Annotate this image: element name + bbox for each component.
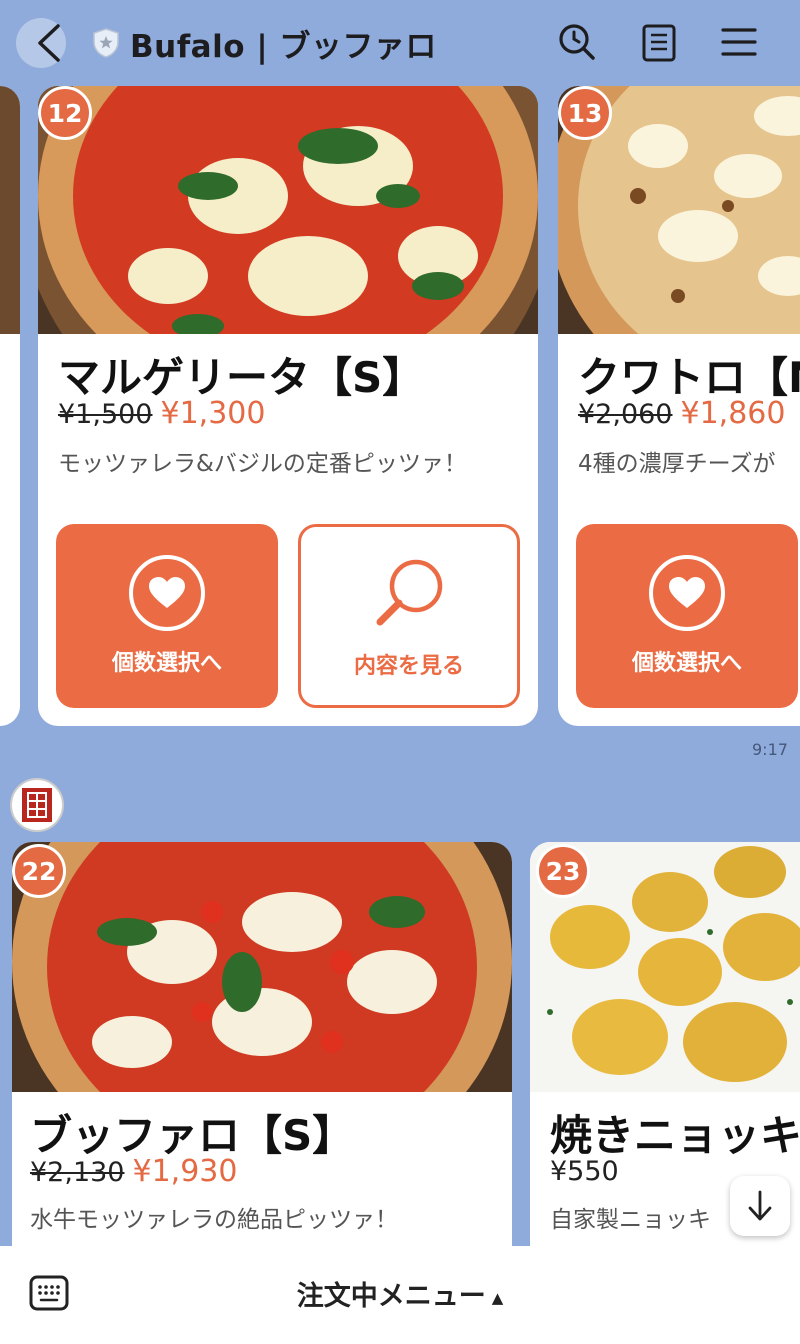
arrow-down-icon bbox=[748, 1190, 772, 1221]
bufalo-logo-icon bbox=[22, 788, 52, 822]
sale-price: ¥1,930 bbox=[132, 1154, 238, 1189]
item-number-badge: 23 bbox=[536, 844, 590, 898]
chat-title-text: Bufalo | ブッファロ bbox=[130, 28, 437, 65]
menu-card-quattro[interactable]: 13 クワトロ【M ¥2,060¥1,860 4種の濃厚チーズが 個数選択へ bbox=[558, 86, 800, 726]
pizza-photo bbox=[38, 86, 538, 334]
item-number-badge: 22 bbox=[12, 844, 66, 898]
chat-title: Bufalo | ブッファロ bbox=[92, 22, 437, 65]
menu-button[interactable] bbox=[718, 20, 760, 64]
select-quantity-label: 個数選択へ bbox=[111, 651, 222, 676]
search-button[interactable] bbox=[556, 20, 598, 64]
item-number-badge: 13 bbox=[558, 86, 612, 140]
magnifier-icon bbox=[376, 559, 443, 626]
select-quantity-button[interactable]: 個数選択へ bbox=[576, 524, 798, 708]
item-number-badge: 12 bbox=[38, 86, 92, 140]
menu-icon bbox=[721, 28, 757, 56]
item-price: ¥550 bbox=[550, 1156, 619, 1187]
item-description: モッツァレラ&バジルの定番ピッツァ！ bbox=[58, 451, 467, 477]
heart-circle bbox=[129, 555, 205, 631]
bottom-menu-bar: 注文中メニュー ▲ bbox=[0, 1246, 800, 1344]
view-details-label: 内容を見る bbox=[353, 654, 464, 679]
sale-price: ¥1,300 bbox=[160, 396, 266, 431]
heart-icon bbox=[669, 577, 705, 608]
original-price: ¥1,500 bbox=[58, 399, 153, 430]
price: ¥550 bbox=[550, 1156, 619, 1187]
item-description: 水牛モッツァレラの絶品ピッツァ！ bbox=[30, 1207, 398, 1233]
pizza-photo bbox=[12, 842, 512, 1092]
shield-icon bbox=[93, 28, 119, 58]
notes-button[interactable] bbox=[638, 20, 680, 64]
heart-icon bbox=[149, 577, 185, 608]
item-description: 自家製ニョッキ bbox=[550, 1207, 711, 1233]
order-menu-label: 注文中メニュー bbox=[296, 1281, 486, 1312]
item-description: 4種の濃厚チーズが bbox=[578, 451, 776, 477]
item-price: ¥1,500 ¥1,300 bbox=[58, 396, 265, 431]
sale-price: ¥1,860 bbox=[680, 396, 786, 431]
item-price: ¥2,060 ¥1,860 bbox=[578, 396, 785, 431]
search-icon bbox=[559, 24, 595, 60]
heart-circle bbox=[649, 555, 725, 631]
message-timestamp: 9:17 bbox=[752, 740, 788, 759]
select-quantity-label: 個数選択へ bbox=[631, 651, 742, 676]
item-price: ¥2,130 ¥1,930 bbox=[30, 1154, 237, 1189]
caret-up-icon: ▲ bbox=[491, 1288, 504, 1307]
menu-card-bufalo[interactable]: 22 ブッファロ【S】 ¥2,130 ¥1,930 水牛モッツァレラの絶品ピッツァ… bbox=[12, 842, 512, 1282]
notes-icon bbox=[642, 24, 676, 62]
original-price: ¥2,130 bbox=[30, 1157, 125, 1188]
item-name: 焼きニョッキ bbox=[550, 1111, 800, 1160]
account-avatar[interactable] bbox=[10, 778, 64, 832]
scroll-to-bottom-button[interactable] bbox=[730, 1176, 790, 1236]
menu-card-margherita[interactable]: 12 マルゲリータ【S】 ¥1,500 ¥1,300 モッツァレラ&バジルの定番ピ… bbox=[38, 86, 538, 726]
back-button[interactable] bbox=[30, 20, 70, 66]
carousel-card-partial[interactable] bbox=[0, 86, 20, 726]
select-quantity-button[interactable]: 個数選択へ bbox=[56, 524, 278, 708]
view-details-button[interactable]: 内容を見る bbox=[298, 524, 520, 708]
order-menu-toggle[interactable]: 注文中メニュー ▲ bbox=[0, 1274, 800, 1313]
original-price: ¥2,060 bbox=[578, 399, 673, 430]
chat-header: Bufalo | ブッファロ bbox=[0, 0, 800, 86]
chevron-left-icon bbox=[38, 24, 60, 62]
food-photo bbox=[0, 86, 20, 334]
